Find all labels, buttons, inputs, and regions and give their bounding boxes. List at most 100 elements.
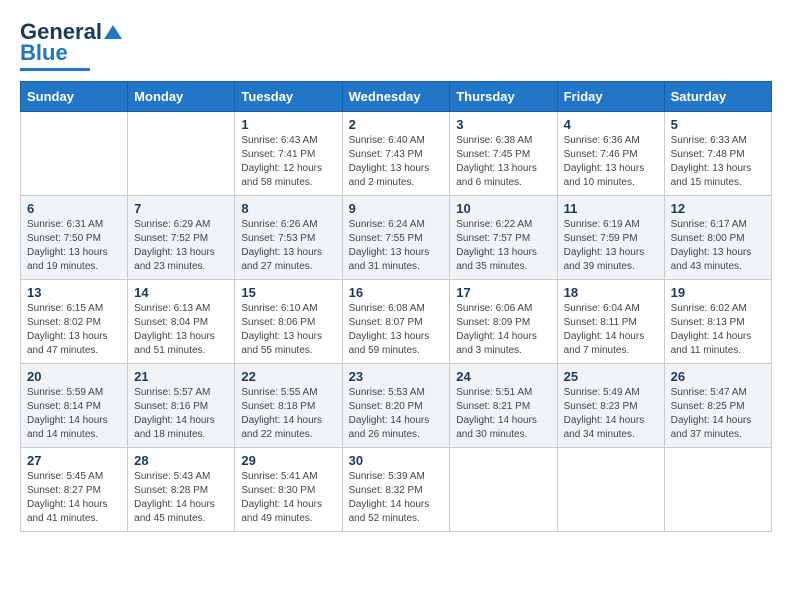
calendar-cell: [450, 448, 557, 532]
calendar-cell: 4 Sunrise: 6:36 AM Sunset: 7:46 PM Daylig…: [557, 112, 664, 196]
calendar-cell: 28 Sunrise: 5:43 AM Sunset: 8:28 PM Dayli…: [128, 448, 235, 532]
day-header-friday: Friday: [557, 82, 664, 112]
day-info: Sunrise: 6:36 AM Sunset: 7:46 PM Dayligh…: [564, 134, 658, 190]
day-header-saturday: Saturday: [664, 82, 771, 112]
page-header: General Blue: [20, 20, 772, 71]
day-info: Sunrise: 6:02 AM Sunset: 8:13 PM Dayligh…: [671, 302, 765, 358]
calendar-cell: 5 Sunrise: 6:33 AM Sunset: 7:48 PM Daylig…: [664, 112, 771, 196]
day-number: 5: [671, 117, 765, 132]
day-number: 9: [349, 201, 444, 216]
day-number: 30: [349, 453, 444, 468]
day-number: 11: [564, 201, 658, 216]
day-info: Sunrise: 6:26 AM Sunset: 7:53 PM Dayligh…: [241, 218, 335, 274]
calendar-cell: [664, 448, 771, 532]
day-header-tuesday: Tuesday: [235, 82, 342, 112]
day-number: 14: [134, 285, 228, 300]
day-info: Sunrise: 6:08 AM Sunset: 8:07 PM Dayligh…: [349, 302, 444, 358]
day-info: Sunrise: 5:45 AM Sunset: 8:27 PM Dayligh…: [27, 470, 121, 526]
calendar-table: SundayMondayTuesdayWednesdayThursdayFrid…: [20, 81, 772, 532]
day-number: 20: [27, 369, 121, 384]
calendar-cell: 17Sunrise: 6:06 AM Sunset: 8:09 PM Dayli…: [450, 280, 557, 364]
calendar-cell: 26 Sunrise: 5:47 AM Sunset: 8:25 PM Dayli…: [664, 364, 771, 448]
day-header-monday: Monday: [128, 82, 235, 112]
calendar-header-row: SundayMondayTuesdayWednesdayThursdayFrid…: [21, 82, 772, 112]
day-info: Sunrise: 6:13 AM Sunset: 8:04 PM Dayligh…: [134, 302, 228, 358]
day-info: Sunrise: 6:10 AM Sunset: 8:06 PM Dayligh…: [241, 302, 335, 358]
day-number: 4: [564, 117, 658, 132]
day-info: Sunrise: 6:33 AM Sunset: 7:48 PM Dayligh…: [671, 134, 765, 190]
day-number: 25: [564, 369, 658, 384]
day-info: Sunrise: 6:38 AM Sunset: 7:45 PM Dayligh…: [456, 134, 550, 190]
day-info: Sunrise: 6:31 AM Sunset: 7:50 PM Dayligh…: [27, 218, 121, 274]
day-number: 12: [671, 201, 765, 216]
day-number: 2: [349, 117, 444, 132]
calendar-week-row: 13Sunrise: 6:15 AM Sunset: 8:02 PM Dayli…: [21, 280, 772, 364]
day-number: 7: [134, 201, 228, 216]
day-info: Sunrise: 5:39 AM Sunset: 8:32 PM Dayligh…: [349, 470, 444, 526]
day-info: Sunrise: 6:04 AM Sunset: 8:11 PM Dayligh…: [564, 302, 658, 358]
calendar-cell: 3Sunrise: 6:38 AM Sunset: 7:45 PM Daylig…: [450, 112, 557, 196]
day-number: 8: [241, 201, 335, 216]
day-info: Sunrise: 6:17 AM Sunset: 8:00 PM Dayligh…: [671, 218, 765, 274]
calendar-cell: 23 Sunrise: 5:53 AM Sunset: 8:20 PM Dayli…: [342, 364, 450, 448]
calendar-cell: 27Sunrise: 5:45 AM Sunset: 8:27 PM Dayli…: [21, 448, 128, 532]
day-number: 16: [349, 285, 444, 300]
calendar-cell: 8 Sunrise: 6:26 AM Sunset: 7:53 PM Daylig…: [235, 196, 342, 280]
day-info: Sunrise: 5:51 AM Sunset: 8:21 PM Dayligh…: [456, 386, 550, 442]
day-info: Sunrise: 6:40 AM Sunset: 7:43 PM Dayligh…: [349, 134, 444, 190]
day-info: Sunrise: 6:22 AM Sunset: 7:57 PM Dayligh…: [456, 218, 550, 274]
calendar-cell: 12 Sunrise: 6:17 AM Sunset: 8:00 PM Dayli…: [664, 196, 771, 280]
calendar-cell: 9 Sunrise: 6:24 AM Sunset: 7:55 PM Daylig…: [342, 196, 450, 280]
day-number: 23: [349, 369, 444, 384]
calendar-cell: 1 Sunrise: 6:43 AM Sunset: 7:41 PM Daylig…: [235, 112, 342, 196]
calendar-cell: 2 Sunrise: 6:40 AM Sunset: 7:43 PM Daylig…: [342, 112, 450, 196]
day-info: Sunrise: 5:53 AM Sunset: 8:20 PM Dayligh…: [349, 386, 444, 442]
day-info: Sunrise: 5:57 AM Sunset: 8:16 PM Dayligh…: [134, 386, 228, 442]
calendar-cell: 11 Sunrise: 6:19 AM Sunset: 7:59 PM Dayli…: [557, 196, 664, 280]
calendar-cell: 19 Sunrise: 6:02 AM Sunset: 8:13 PM Dayli…: [664, 280, 771, 364]
day-info: Sunrise: 5:43 AM Sunset: 8:28 PM Dayligh…: [134, 470, 228, 526]
calendar-cell: 7Sunrise: 6:29 AM Sunset: 7:52 PM Daylig…: [128, 196, 235, 280]
calendar-cell: 22 Sunrise: 5:55 AM Sunset: 8:18 PM Dayli…: [235, 364, 342, 448]
logo-blue: Blue: [20, 40, 68, 66]
calendar-cell: 30 Sunrise: 5:39 AM Sunset: 8:32 PM Dayli…: [342, 448, 450, 532]
calendar-cell: 15Sunrise: 6:10 AM Sunset: 8:06 PM Dayli…: [235, 280, 342, 364]
calendar-week-row: 6 Sunrise: 6:31 AM Sunset: 7:50 PM Daylig…: [21, 196, 772, 280]
calendar-cell: 25 Sunrise: 5:49 AM Sunset: 8:23 PM Dayli…: [557, 364, 664, 448]
calendar-cell: 21 Sunrise: 5:57 AM Sunset: 8:16 PM Dayli…: [128, 364, 235, 448]
calendar-week-row: 1 Sunrise: 6:43 AM Sunset: 7:41 PM Daylig…: [21, 112, 772, 196]
day-number: 29: [241, 453, 335, 468]
calendar-cell: 14 Sunrise: 6:13 AM Sunset: 8:04 PM Dayli…: [128, 280, 235, 364]
day-number: 28: [134, 453, 228, 468]
calendar-cell: 18Sunrise: 6:04 AM Sunset: 8:11 PM Dayli…: [557, 280, 664, 364]
day-number: 19: [671, 285, 765, 300]
day-number: 24: [456, 369, 550, 384]
day-info: Sunrise: 5:55 AM Sunset: 8:18 PM Dayligh…: [241, 386, 335, 442]
day-header-wednesday: Wednesday: [342, 82, 450, 112]
calendar-cell: 6 Sunrise: 6:31 AM Sunset: 7:50 PM Daylig…: [21, 196, 128, 280]
day-number: 21: [134, 369, 228, 384]
day-number: 22: [241, 369, 335, 384]
day-info: Sunrise: 5:41 AM Sunset: 8:30 PM Dayligh…: [241, 470, 335, 526]
day-info: Sunrise: 5:49 AM Sunset: 8:23 PM Dayligh…: [564, 386, 658, 442]
calendar-cell: [128, 112, 235, 196]
day-number: 17: [456, 285, 550, 300]
day-number: 1: [241, 117, 335, 132]
logo-triangle-icon: [104, 25, 122, 39]
logo-underline: [20, 68, 90, 71]
calendar-cell: 13Sunrise: 6:15 AM Sunset: 8:02 PM Dayli…: [21, 280, 128, 364]
day-info: Sunrise: 5:47 AM Sunset: 8:25 PM Dayligh…: [671, 386, 765, 442]
day-number: 6: [27, 201, 121, 216]
day-info: Sunrise: 6:24 AM Sunset: 7:55 PM Dayligh…: [349, 218, 444, 274]
day-number: 10: [456, 201, 550, 216]
day-number: 13: [27, 285, 121, 300]
calendar-cell: 20Sunrise: 5:59 AM Sunset: 8:14 PM Dayli…: [21, 364, 128, 448]
logo: General Blue: [20, 20, 123, 71]
calendar-cell: [557, 448, 664, 532]
day-info: Sunrise: 6:43 AM Sunset: 7:41 PM Dayligh…: [241, 134, 335, 190]
calendar-cell: 10 Sunrise: 6:22 AM Sunset: 7:57 PM Dayli…: [450, 196, 557, 280]
day-number: 26: [671, 369, 765, 384]
calendar-cell: 16 Sunrise: 6:08 AM Sunset: 8:07 PM Dayli…: [342, 280, 450, 364]
day-info: Sunrise: 6:19 AM Sunset: 7:59 PM Dayligh…: [564, 218, 658, 274]
calendar-cell: 29 Sunrise: 5:41 AM Sunset: 8:30 PM Dayli…: [235, 448, 342, 532]
